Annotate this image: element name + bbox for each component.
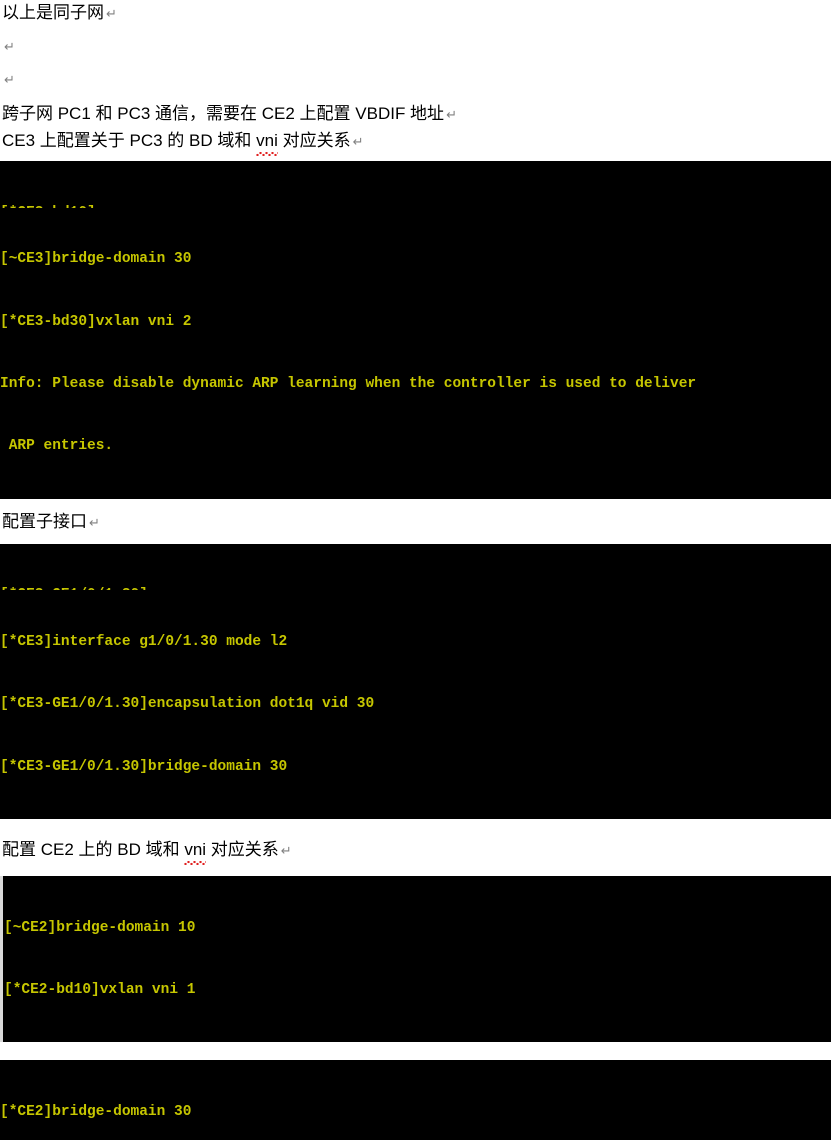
paragraph-line: 跨子网 PC1 和 PC3 通信，需要在 CE2 上配置 VBDIF 地址 ↵ — [0, 101, 831, 128]
terminal-line: [*CE2]bridge-domain 30 — [0, 1104, 192, 1121]
terminal-line: Info: Please disable dynamic ARP learnin… — [0, 375, 697, 392]
pilcrow-mark: ↵ — [446, 107, 457, 122]
paragraph-text: 以上是同子网 — [2, 3, 104, 22]
paragraph-text: 跨子网 PC1 和 PC3 通信，需要在 CE2 上配置 VBDIF 地址 — [2, 104, 445, 123]
terminal-block-ce3-bridge-domain: [*CE3-bd10]q [~CE3]bridge-domain 30 [*CE… — [0, 161, 831, 499]
terminal-line: [~CE2]bridge-domain 10 — [4, 919, 196, 936]
terminal-line: [*CE3-GE1/0/1.30]bridge-domain 30 — [0, 758, 288, 775]
paragraph-line: 配置子接口 ↵ — [0, 509, 831, 536]
paragraph-text: 配置子接口 — [2, 511, 87, 531]
pilcrow-mark: ↵ — [280, 843, 292, 859]
paragraph-line: 以上是同子网 ↵ — [0, 0, 831, 27]
terminal-block-ce2-bd30: [*CE2]bridge-domain 30 [*CE2-bd30]vxlan … — [0, 1060, 831, 1140]
paragraph-text: 配置 CE2 上的 BD 域和 — [2, 840, 185, 860]
pilcrow-mark: ↵ — [106, 6, 117, 21]
pilcrow-mark: ↵ — [4, 72, 15, 87]
spellcheck-word: vni — [184, 837, 206, 866]
terminal-line-clipped: [*CE3-GE1/0/1.30]q — [0, 585, 831, 590]
paragraph-line-empty: ↵ — [0, 33, 831, 60]
terminal-line: [*CE3]interface g1/0/1.30 mode l2 — [0, 633, 288, 650]
terminal-line: [*CE3-GE1/0/1.30]encapsulation dot1q vid… — [0, 696, 375, 713]
terminal-line: [~CE3]bridge-domain 30 — [0, 251, 192, 268]
document-page: 以上是同子网 ↵ ↵ ↵ 跨子网 PC1 和 PC3 通信，需要在 CE2 上配置… — [0, 0, 831, 1140]
terminal-line: [*CE3-bd30]vxlan vni 2 — [0, 313, 192, 330]
terminal-block-ce2-bd10: [~CE2]bridge-domain 10 [*CE2-bd10]vxlan … — [0, 876, 831, 1043]
spellcheck-word: vni — [256, 128, 278, 156]
paragraph-line: 配置 CE2 上的 BD 域和 vni 对应关系 ↵ — [0, 837, 831, 866]
terminal-line: [*CE2-bd10]vxlan vni 1 — [4, 982, 196, 999]
terminal-block-ce3-subinterface: [*CE3-GE1/0/1.30]q [*CE3]interface g1/0/… — [0, 543, 831, 820]
pilcrow-mark: ↵ — [89, 514, 100, 530]
paragraph-line: CE3 上配置关于 PC3 的 BD 域和 vni 对应关系 ↵ — [0, 128, 831, 156]
paragraph-text: CE3 上配置关于 PC3 的 BD 域和 — [2, 131, 257, 150]
pilcrow-mark: ↵ — [352, 134, 364, 149]
paragraph-text: 对应关系 — [206, 840, 279, 860]
paragraph-line-empty: ↵ — [0, 66, 831, 93]
terminal-line: ARP entries. — [0, 438, 114, 455]
terminal-line-clipped: [*CE3-bd10]q — [0, 203, 831, 208]
paragraph-text: 对应关系 — [277, 131, 351, 150]
pilcrow-mark: ↵ — [4, 39, 15, 54]
